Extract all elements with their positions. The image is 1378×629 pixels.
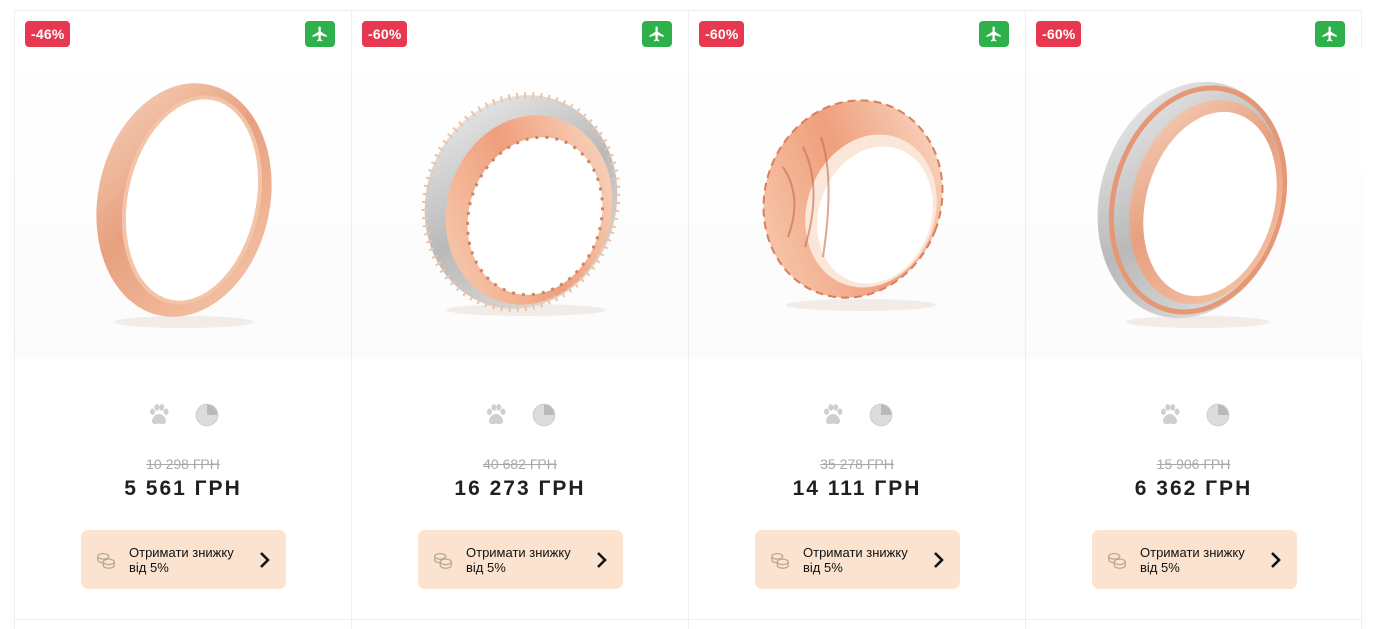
- paw-icon: [482, 401, 510, 429]
- chevron-right-icon: [932, 551, 946, 569]
- cta-line2: від 5%: [803, 559, 843, 575]
- product-card[interactable]: -60% 40 682 ГРН 16 273 ГРН Отримати зниж…: [351, 11, 689, 629]
- paw-icon: [145, 401, 173, 429]
- coins-icon: [95, 549, 117, 571]
- discount-badge: -46%: [25, 21, 71, 47]
- old-price: 35 278 ГРН: [820, 456, 894, 472]
- product-image[interactable]: [15, 47, 352, 357]
- discount-badge: -60%: [1036, 21, 1082, 47]
- product-card[interactable]: -60% 35 278 ГРН 14 111 ГРН Отримати зниж…: [688, 11, 1026, 629]
- get-discount-button[interactable]: Отримати знижку від 5%: [755, 530, 960, 589]
- paw-icon: [1156, 401, 1184, 429]
- feature-icons: [352, 401, 688, 429]
- feature-icons: [1026, 401, 1361, 429]
- old-price: 10 298 ГРН: [146, 456, 220, 472]
- get-discount-button[interactable]: Отримати знижку від 5%: [1092, 530, 1297, 589]
- cta-line1: Отримати знижку: [803, 544, 908, 560]
- cta-line2: від 5%: [466, 559, 506, 575]
- product-card[interactable]: -60% 15 906 ГРН 6 362 ГРН Отримати знижк…: [1025, 11, 1363, 629]
- coins-icon: [432, 549, 454, 571]
- airplane-icon: [305, 21, 335, 47]
- get-discount-button[interactable]: Отримати знижку від 5%: [81, 530, 286, 589]
- airplane-icon: [979, 21, 1009, 47]
- price: 14 111 ГРН: [792, 477, 922, 500]
- product-card[interactable]: -46% 10 298 ГРН 5 561 ГРН Отримати знижк…: [14, 11, 352, 629]
- price: 6 362 ГРН: [1134, 477, 1253, 500]
- discount-badge: -60%: [362, 21, 408, 47]
- price: 5 561 ГРН: [124, 477, 242, 500]
- pie-chart-icon: [1204, 401, 1232, 429]
- old-price: 40 682 ГРН: [483, 456, 557, 472]
- product-image[interactable]: [352, 47, 689, 357]
- feature-icons: [689, 401, 1025, 429]
- product-image[interactable]: [689, 47, 1026, 357]
- pie-chart-icon: [530, 401, 558, 429]
- coins-icon: [769, 549, 791, 571]
- airplane-icon: [1315, 21, 1345, 47]
- pie-chart-icon: [867, 401, 895, 429]
- airplane-icon: [642, 21, 672, 47]
- product-image[interactable]: [1026, 47, 1363, 357]
- pie-chart-icon: [193, 401, 221, 429]
- product-grid: -46% 10 298 ГРН 5 561 ГРН Отримати знижк…: [14, 10, 1363, 629]
- cta-line2: від 5%: [129, 559, 169, 575]
- paw-icon: [819, 401, 847, 429]
- price: 16 273 ГРН: [454, 477, 586, 500]
- cta-line1: Отримати знижку: [129, 544, 234, 560]
- cta-line1: Отримати знижку: [466, 544, 571, 560]
- coins-icon: [1106, 549, 1128, 571]
- chevron-right-icon: [1269, 551, 1283, 569]
- chevron-right-icon: [258, 551, 272, 569]
- chevron-right-icon: [595, 551, 609, 569]
- discount-badge: -60%: [699, 21, 745, 47]
- feature-icons: [15, 401, 351, 429]
- get-discount-button[interactable]: Отримати знижку від 5%: [418, 530, 623, 589]
- cta-line2: від 5%: [1140, 559, 1180, 575]
- old-price: 15 906 ГРН: [1156, 456, 1231, 472]
- cta-line1: Отримати знижку: [1140, 544, 1245, 560]
